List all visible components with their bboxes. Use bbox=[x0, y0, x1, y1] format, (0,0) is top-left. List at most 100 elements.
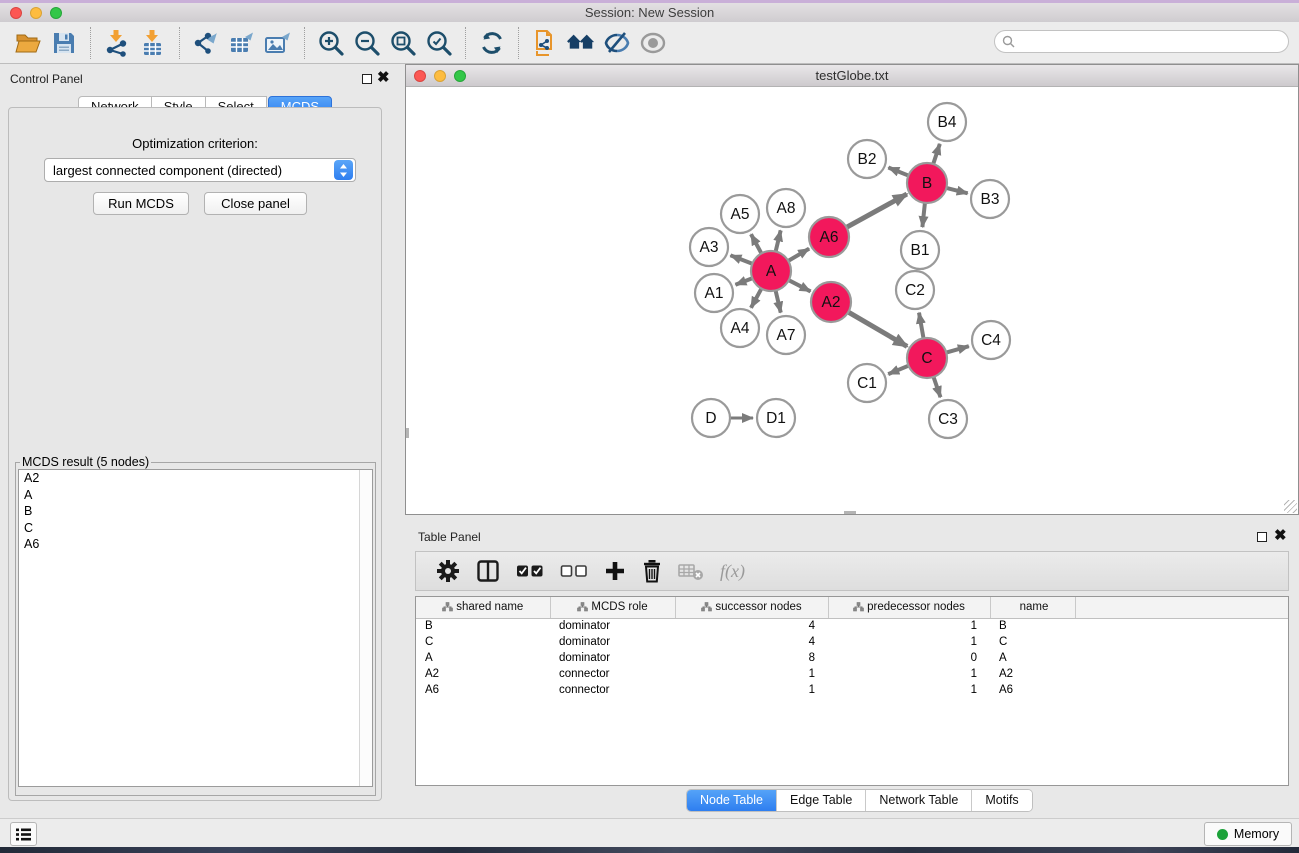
tab-network-table[interactable]: Network Table bbox=[866, 790, 972, 811]
zoom-in-button[interactable] bbox=[316, 28, 346, 58]
select-all-columns-button[interactable] bbox=[516, 557, 544, 585]
column-header-filler bbox=[1075, 597, 1288, 618]
unselect-all-columns-button[interactable] bbox=[560, 557, 588, 585]
table-cell[interactable]: B bbox=[990, 618, 1075, 634]
tab-node-table[interactable]: Node Table bbox=[687, 790, 777, 811]
mcds-result-item[interactable]: A2 bbox=[19, 470, 372, 487]
open-file-button[interactable] bbox=[13, 28, 43, 58]
table-cell[interactable]: 1 bbox=[828, 682, 990, 698]
horizontal-scrollbar-thumb[interactable] bbox=[844, 511, 856, 514]
graph-edge-A2-C[interactable] bbox=[848, 312, 907, 346]
graph-edge-B-B4[interactable] bbox=[933, 144, 940, 164]
table-cell[interactable]: A6 bbox=[990, 682, 1075, 698]
table-cell[interactable]: 4 bbox=[675, 634, 828, 650]
graph-node-label: A4 bbox=[731, 320, 750, 337]
table-cell[interactable]: 1 bbox=[828, 634, 990, 650]
mcds-list-scrollbar[interactable] bbox=[359, 470, 372, 786]
table-settings-button[interactable] bbox=[436, 557, 460, 585]
graph-edge-A-A1[interactable] bbox=[735, 278, 752, 285]
table-cell[interactable]: A2 bbox=[990, 666, 1075, 682]
column-header[interactable]: shared name bbox=[416, 597, 550, 618]
column-header[interactable]: MCDS role bbox=[550, 597, 675, 618]
table-cell[interactable]: connector bbox=[550, 666, 675, 682]
close-table-panel-icon[interactable]: ✖ bbox=[1274, 530, 1287, 542]
table-cell[interactable]: 4 bbox=[675, 618, 828, 634]
graph-edge-B-B3[interactable] bbox=[946, 188, 967, 193]
hide-selected-button[interactable] bbox=[602, 28, 632, 58]
graph-edge-A-A8[interactable] bbox=[776, 230, 781, 251]
show-all-button[interactable] bbox=[638, 28, 668, 58]
function-builder-button[interactable]: f(x) bbox=[720, 557, 745, 585]
resize-grip[interactable] bbox=[1284, 500, 1297, 513]
mcds-result-item[interactable]: A bbox=[19, 487, 372, 504]
table-cell[interactable]: C bbox=[990, 634, 1075, 650]
table-cell[interactable]: 1 bbox=[675, 682, 828, 698]
refresh-button[interactable] bbox=[477, 28, 507, 58]
graph-edge-A-A2[interactable] bbox=[789, 280, 811, 291]
graph-edge-A-A7[interactable] bbox=[776, 290, 781, 312]
graph-edge-A-A4[interactable] bbox=[751, 289, 761, 308]
import-table-button[interactable] bbox=[138, 28, 168, 58]
create-column-button[interactable] bbox=[604, 557, 626, 585]
graph-edge-C-C2[interactable] bbox=[919, 313, 924, 339]
table-cell[interactable]: 1 bbox=[828, 666, 990, 682]
mcds-result-item[interactable]: A6 bbox=[19, 536, 372, 553]
column-header[interactable]: name bbox=[990, 597, 1075, 618]
zoom-fit-button[interactable] bbox=[388, 28, 418, 58]
table-cell[interactable]: A bbox=[416, 650, 550, 666]
delete-table-button[interactable] bbox=[678, 557, 704, 585]
close-panel-icon[interactable]: ✖ bbox=[377, 72, 390, 84]
import-network-button[interactable] bbox=[102, 28, 132, 58]
delete-column-button[interactable] bbox=[642, 557, 662, 585]
graph-edge-B-B1[interactable] bbox=[922, 203, 925, 227]
float-panel-icon[interactable] bbox=[362, 74, 372, 84]
graph-edge-C-C3[interactable] bbox=[934, 377, 941, 397]
graph-edge-B-B2[interactable] bbox=[888, 168, 908, 176]
open-session-network-button[interactable] bbox=[530, 28, 560, 58]
table-cell[interactable]: C bbox=[416, 634, 550, 650]
graph-edge-A-A5[interactable] bbox=[751, 234, 761, 253]
table-cell[interactable]: A bbox=[990, 650, 1075, 666]
table-cell[interactable]: dominator bbox=[550, 650, 675, 666]
table-cell[interactable]: 8 bbox=[675, 650, 828, 666]
table-cell[interactable]: 1 bbox=[828, 618, 990, 634]
table-cell[interactable]: A6 bbox=[416, 682, 550, 698]
graph-edge-A-A3[interactable] bbox=[730, 255, 752, 263]
export-image-button[interactable] bbox=[263, 28, 293, 58]
run-mcds-button[interactable]: Run MCDS bbox=[93, 192, 189, 215]
zoom-selected-button[interactable] bbox=[424, 28, 454, 58]
save-session-button[interactable] bbox=[49, 28, 79, 58]
tab-edge-table[interactable]: Edge Table bbox=[777, 790, 866, 811]
graph-edge-A-A6[interactable] bbox=[788, 249, 809, 261]
tab-motifs[interactable]: Motifs bbox=[972, 790, 1031, 811]
show-column-panel-button[interactable] bbox=[476, 557, 500, 585]
first-neighbors-button[interactable] bbox=[566, 28, 596, 58]
zoom-out-button[interactable] bbox=[352, 28, 382, 58]
table-cell[interactable]: B bbox=[416, 618, 550, 634]
column-header[interactable]: successor nodes bbox=[675, 597, 828, 618]
graph-node-label: A7 bbox=[777, 327, 796, 344]
task-history-button[interactable] bbox=[10, 822, 37, 846]
graph-edge-A6-B[interactable] bbox=[847, 194, 907, 227]
table-cell[interactable]: A2 bbox=[416, 666, 550, 682]
vertical-scrollbar-thumb[interactable] bbox=[406, 428, 409, 438]
column-header[interactable]: predecessor nodes bbox=[828, 597, 990, 618]
graph-edge-C-C1[interactable] bbox=[888, 366, 908, 374]
mcds-result-item[interactable]: B bbox=[19, 503, 372, 520]
table-cell[interactable]: 1 bbox=[675, 666, 828, 682]
search-field[interactable] bbox=[994, 30, 1289, 53]
export-table-button[interactable] bbox=[227, 28, 257, 58]
close-panel-button[interactable]: Close panel bbox=[204, 192, 307, 215]
float-table-panel-icon[interactable] bbox=[1257, 532, 1267, 542]
table-cell[interactable]: dominator bbox=[550, 618, 675, 634]
memory-button[interactable]: Memory bbox=[1204, 822, 1292, 846]
search-input[interactable] bbox=[1019, 33, 1288, 51]
network-canvas[interactable]: AA1A2A3A4A5A6A7A8BB1B2B3B4CC1C2C3C4DD1 bbox=[406, 87, 1298, 514]
table-cell[interactable]: connector bbox=[550, 682, 675, 698]
mcds-result-item[interactable]: C bbox=[19, 520, 372, 537]
table-cell[interactable]: 0 bbox=[828, 650, 990, 666]
table-cell[interactable]: dominator bbox=[550, 634, 675, 650]
export-network-button[interactable] bbox=[191, 28, 221, 58]
graph-edge-C-C4[interactable] bbox=[946, 346, 969, 352]
criterion-dropdown[interactable]: largest connected component (directed) bbox=[44, 158, 356, 182]
